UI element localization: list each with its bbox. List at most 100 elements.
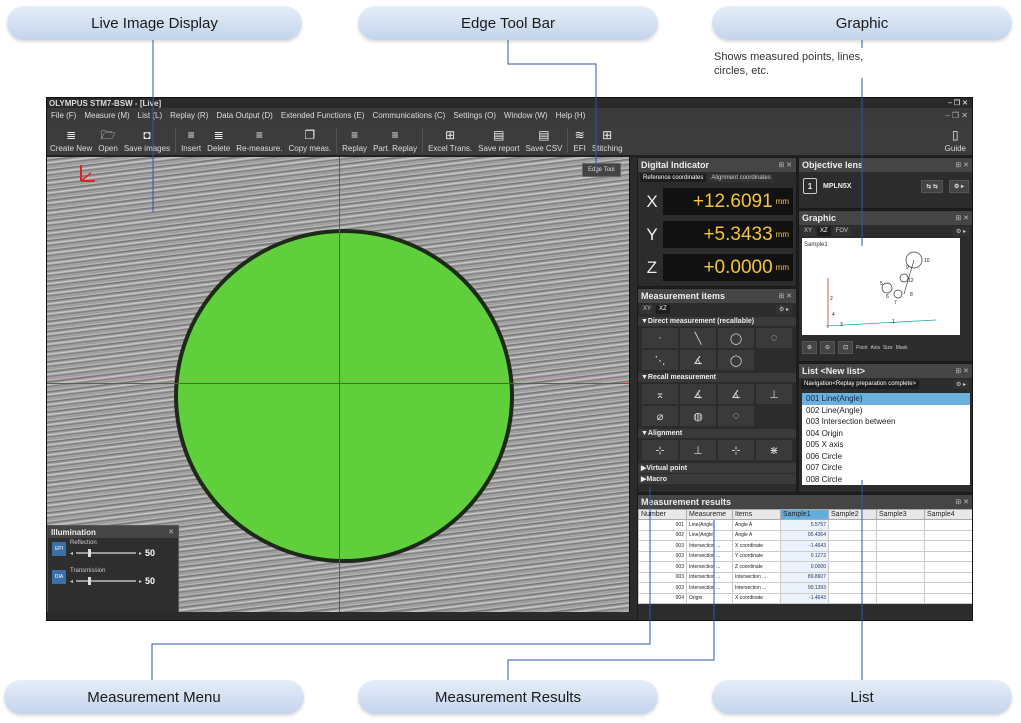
- tab-xy[interactable]: XY: [640, 305, 655, 314]
- transmission-decrease-button[interactable]: ◂: [70, 578, 73, 585]
- list-item[interactable]: 008 Circle: [802, 474, 970, 486]
- table-row[interactable]: 003 Intersection ... Z coordinate 0.0000: [638, 561, 972, 573]
- align-axis-icon[interactable]: ⊥: [680, 440, 716, 460]
- list-item[interactable]: 007 Circle: [802, 462, 970, 474]
- menu-list[interactable]: List (L): [134, 111, 166, 120]
- recall-measurement-header[interactable]: ▼Recall measurement: [638, 373, 796, 382]
- create-new-button[interactable]: ≣ Create New: [47, 128, 95, 153]
- recall-perpendicular-icon[interactable]: ⊥: [756, 384, 792, 404]
- tab-graphic-xz[interactable]: XZ: [817, 227, 831, 236]
- col-sample2[interactable]: Sample2: [828, 509, 877, 520]
- table-row[interactable]: 002 Line(Angle) Angle A 95.4364: [638, 529, 972, 541]
- size-option[interactable]: Size: [883, 345, 893, 351]
- delete-button[interactable]: ≣ Delete: [204, 128, 233, 153]
- list-item[interactable]: 005 X axis: [802, 439, 970, 451]
- align-point-icon[interactable]: ⊹: [718, 440, 754, 460]
- table-row[interactable]: 003 Intersection ... Intersection ... 89.86…: [638, 571, 972, 583]
- reflection-slider[interactable]: [76, 549, 137, 557]
- reflection-icon[interactable]: EPI: [52, 542, 66, 556]
- col-sample3[interactable]: Sample3: [876, 509, 925, 520]
- graphic-canvas[interactable]: Sample1 10 9 12 8 7 6 5 4 3 2 1: [802, 238, 960, 335]
- guide-button[interactable]: ▯ Guide: [942, 128, 972, 153]
- zoom-in-icon[interactable]: ⊕: [802, 341, 818, 354]
- replay-button[interactable]: ≡ Replay: [336, 128, 370, 153]
- pin-close-icon[interactable]: ⊞ ✕: [778, 161, 796, 169]
- table-row[interactable]: 003 Intersection ... Intersection ... 90.13…: [638, 582, 972, 594]
- col-sample4[interactable]: Sample4: [924, 509, 972, 520]
- recall-angle2-icon[interactable]: ∡: [718, 384, 754, 404]
- reflection-increase-button[interactable]: ▸: [139, 550, 142, 557]
- macro-header[interactable]: ▶Macro: [638, 474, 796, 484]
- gear-icon[interactable]: ⚙ ▸: [952, 380, 969, 389]
- stitching-button[interactable]: ⊞ Stitching: [589, 128, 626, 153]
- transmission-increase-button[interactable]: ▸: [139, 578, 142, 585]
- menu-replay[interactable]: Replay (R): [166, 111, 212, 120]
- gear-icon[interactable]: ⚙ ▸: [775, 305, 792, 314]
- live-image-display[interactable]: Edge Tool Illumination ✕ EPI Reflection ◂…: [47, 157, 629, 612]
- save-report-button[interactable]: ▤ Save report: [475, 128, 522, 153]
- tab-xz[interactable]: XZ: [656, 305, 670, 314]
- angle-tool-icon[interactable]: ∡: [680, 350, 716, 370]
- save-csv-button[interactable]: ▤ Save CSV: [522, 128, 565, 153]
- save-images-button[interactable]: ◘ Save images: [121, 128, 173, 153]
- transmission-slider[interactable]: [76, 577, 137, 585]
- remeasure-button[interactable]: ≡ Re-measure.: [233, 128, 285, 153]
- pin-icon[interactable]: ⊞ ✕: [955, 214, 972, 222]
- edge-tool-button[interactable]: Edge Tool: [582, 163, 621, 177]
- recall-diameter-icon[interactable]: ⌀: [642, 406, 678, 426]
- gear-icon[interactable]: ⚙ ▸: [952, 227, 969, 236]
- pin-close-icon[interactable]: ⊞ ✕: [778, 292, 796, 300]
- recall-circle-icon[interactable]: ◍: [680, 406, 716, 426]
- menu-window[interactable]: Window (W): [500, 111, 552, 120]
- line-tool-icon[interactable]: ╲: [680, 328, 716, 348]
- tab-reference-coordinates[interactable]: Reference coordinates: [640, 174, 707, 182]
- table-row[interactable]: 004 Origin X coordinate -1.4643: [638, 592, 972, 604]
- table-row[interactable]: 003 Intersection ... X coordinate -1.4643: [638, 540, 972, 552]
- direct-measurement-header[interactable]: ▼Direct measurement (recallable): [638, 317, 796, 326]
- virtual-point-header[interactable]: ▶Virtual point: [638, 463, 796, 473]
- fit-view-icon[interactable]: ⊡: [838, 341, 854, 354]
- close-icon[interactable]: ✕: [168, 528, 178, 536]
- menu-extended-functions[interactable]: Extended Functions (E): [277, 111, 369, 120]
- tab-graphic-fov[interactable]: FOV: [832, 227, 852, 236]
- mdi-window-controls[interactable]: – ❐ ✕: [941, 111, 972, 120]
- list-item[interactable]: 004 Origin: [802, 428, 970, 440]
- live-horizontal-scrollbar[interactable]: [47, 612, 637, 620]
- align-origin-icon[interactable]: ⊹: [642, 440, 678, 460]
- table-row[interactable]: 003 Intersection ... Y coordinate 0.1272: [638, 550, 972, 562]
- menu-help[interactable]: Help (H): [552, 111, 590, 120]
- window-controls[interactable]: – ❐ ✕: [948, 99, 972, 107]
- recall-angle-icon[interactable]: ∡: [680, 384, 716, 404]
- live-vertical-scrollbar[interactable]: [629, 157, 637, 612]
- table-row[interactable]: 001 Line(Angle) Angle A 5.5757: [638, 519, 972, 531]
- zoom-out-icon[interactable]: ⊖: [820, 341, 836, 354]
- menu-communications[interactable]: Communications (C): [368, 111, 449, 120]
- list-item[interactable]: 001 Line(Angle): [802, 393, 970, 405]
- distance-tool-icon[interactable]: ⋱: [642, 350, 678, 370]
- col-items[interactable]: Items: [732, 509, 781, 520]
- tab-graphic-xy[interactable]: XY: [801, 227, 816, 236]
- tab-alignment-coordinates[interactable]: Alignment coordinates: [708, 174, 774, 182]
- lens-switch-button[interactable]: ⇆ ⇆: [921, 179, 943, 193]
- list-item[interactable]: 002 Line(Angle): [802, 405, 970, 417]
- col-measurement[interactable]: Measureme: [686, 509, 733, 520]
- recall-circle2-icon[interactable]: ◌: [718, 406, 754, 426]
- pin-icon[interactable]: ⊞ ✕: [955, 498, 972, 506]
- recall-intersection-icon[interactable]: ⌅: [642, 384, 678, 404]
- lens-settings-button[interactable]: ⚙ ▸: [948, 179, 969, 193]
- copy-meas-button[interactable]: ❐ Copy meas.: [285, 128, 334, 153]
- list-item[interactable]: 003 Intersection between: [802, 416, 970, 428]
- open-button[interactable]: 🗁 Open: [95, 128, 121, 153]
- efi-button[interactable]: ≋ EFI: [567, 128, 588, 153]
- insert-button[interactable]: ≡ Insert: [175, 128, 204, 153]
- col-number[interactable]: Number: [638, 509, 687, 520]
- reflection-decrease-button[interactable]: ◂: [70, 550, 73, 557]
- ellipse-tool-icon[interactable]: ◯: [718, 350, 754, 370]
- menu-measure[interactable]: Measure (M): [80, 111, 133, 120]
- alignment-header[interactable]: ▼Alignment: [638, 429, 796, 438]
- circle-dashed-tool-icon[interactable]: ◌: [756, 328, 792, 348]
- menu-file[interactable]: File (F): [47, 111, 80, 120]
- circle-tool-icon[interactable]: ◯: [718, 328, 754, 348]
- list-item[interactable]: 006 Circle: [802, 451, 970, 463]
- pin-icon[interactable]: ⊞ ✕: [955, 367, 972, 375]
